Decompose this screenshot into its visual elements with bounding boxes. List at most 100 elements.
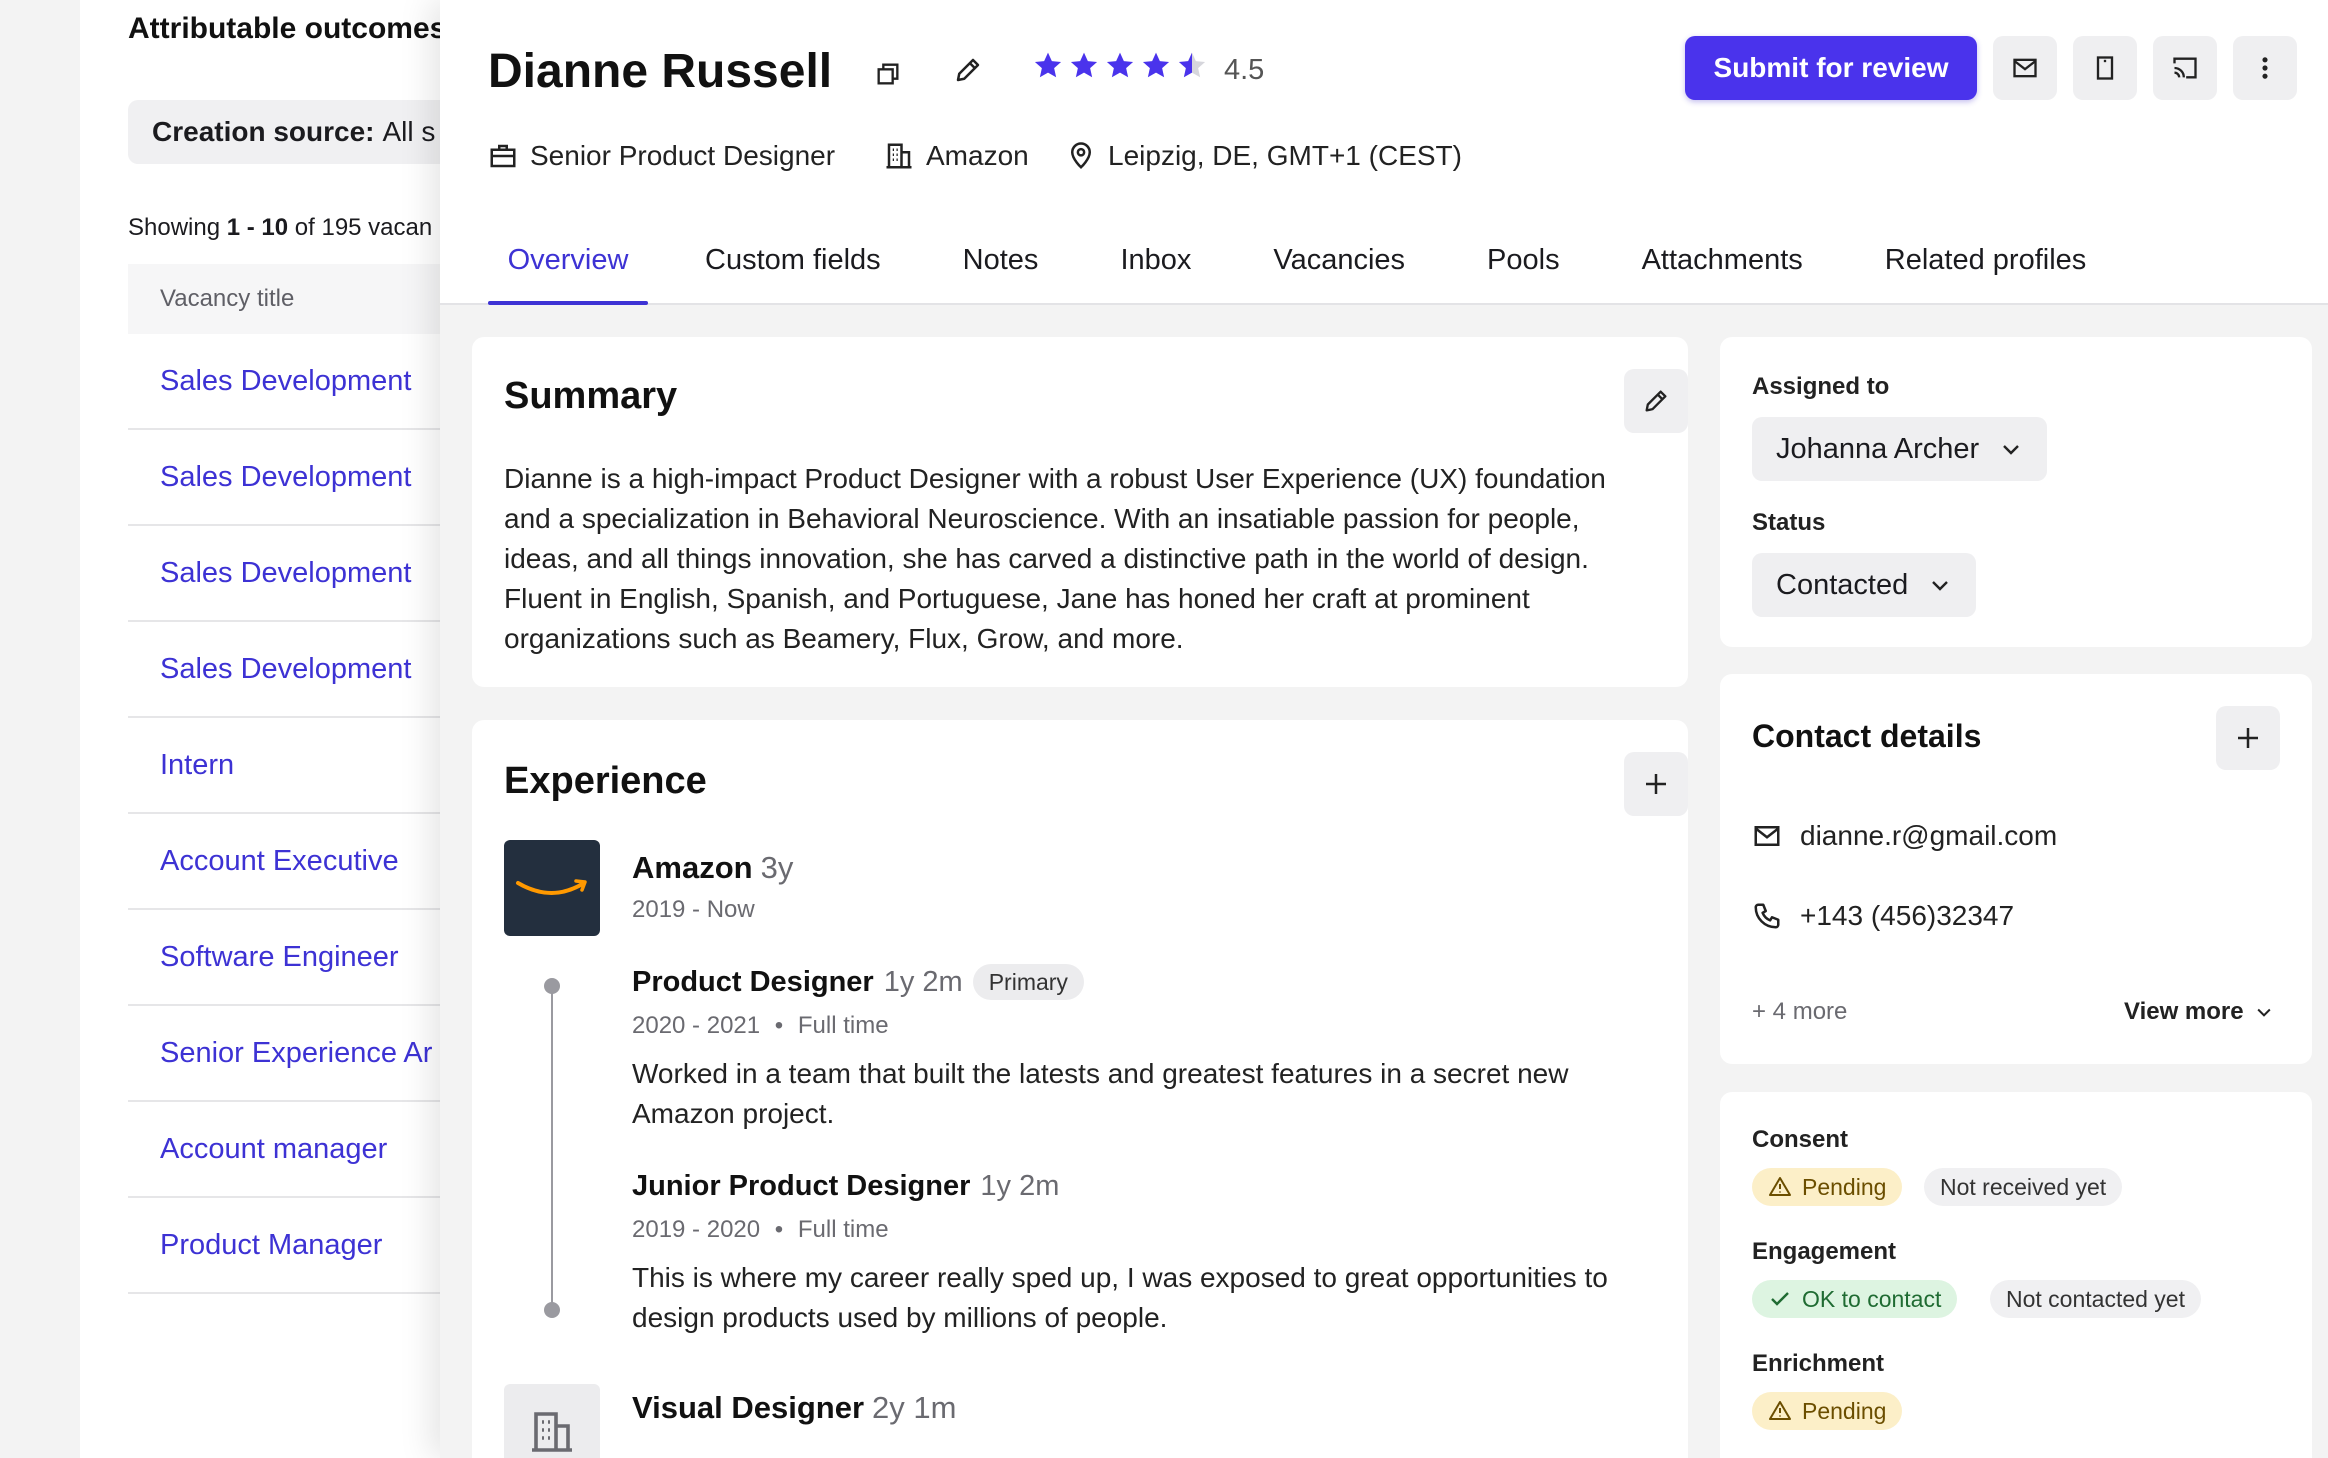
cast-icon [2173, 57, 2197, 79]
profile-header: Dianne Russell 4.5 Submit for review Sen… [440, 0, 2328, 305]
tab-attachments[interactable]: Attachments [1642, 232, 1803, 305]
role-duration: 1y 2m [883, 965, 963, 998]
assigned-to-value: Johanna Archer [1776, 432, 1980, 465]
rating-stars[interactable] [1032, 50, 1208, 82]
warning-icon [1769, 1177, 1791, 1196]
star-icon [1142, 52, 1170, 78]
mail-icon [1754, 826, 1780, 846]
cast-button[interactable] [2153, 36, 2217, 100]
view-more-button[interactable]: View more [2124, 998, 2274, 1026]
location: Leipzig, DE, GMT+1 (CEST) [1108, 140, 1462, 171]
submit-for-review-button[interactable]: Submit for review [1685, 36, 1977, 100]
warning-icon [1769, 1401, 1791, 1420]
timeline-line [551, 985, 553, 1309]
flags-card: Consent Pending Not received yet Engagem… [1720, 1092, 2312, 1458]
location-pin-icon [1070, 142, 1092, 169]
company-dates: 2019 - Now [632, 896, 755, 923]
tab-pools[interactable]: Pools [1487, 232, 1560, 305]
company-name: Visual Designer [632, 1390, 865, 1425]
profile-panel: Dianne Russell 4.5 Submit for review Sen… [440, 0, 2328, 1458]
building-icon [886, 143, 912, 169]
email-value: dianne.r@gmail.com [1800, 820, 2058, 851]
assigned-to-label: Assigned to [1752, 373, 1890, 400]
company-duration: 2y 1m [872, 1390, 957, 1425]
company-name: Amazon [632, 850, 753, 885]
mail-icon [2013, 58, 2037, 78]
role-title: Product Designer 1y 2m Primary [632, 964, 1084, 1000]
chevron-down-icon [1932, 581, 1949, 591]
edit-icon[interactable] [948, 50, 988, 90]
pencil-icon [1645, 390, 1667, 412]
email-button[interactable] [1993, 36, 2057, 100]
bookmark-button[interactable] [2073, 36, 2137, 100]
showing-range: 1 - 10 [226, 214, 289, 241]
amazon-smile-icon [516, 879, 587, 895]
enrichment-label: Enrichment [1752, 1350, 1885, 1377]
experience-company: Visual Designer 2y 1m [632, 1390, 956, 1426]
email-contact[interactable]: dianne.r@gmail.com [1752, 820, 2057, 852]
tab-custom-fields[interactable]: Custom fields [705, 232, 881, 305]
phone-contact[interactable]: +143 (456)32347 [1752, 900, 2014, 932]
company-name: Amazon [926, 140, 1029, 171]
tab-notes[interactable]: Notes [963, 232, 1039, 305]
consent-label: Consent [1752, 1126, 1848, 1153]
separator-dot: • [774, 1216, 784, 1243]
role-type: Full time [797, 1216, 889, 1243]
role-name: Junior Product Designer [632, 1170, 971, 1202]
timeline-dot [544, 978, 560, 994]
candidate-name: Dianne Russell [488, 45, 833, 98]
timeline-dot [544, 1302, 560, 1318]
tab-vacancies[interactable]: Vacancies [1273, 232, 1405, 305]
add-experience-button[interactable] [1624, 752, 1688, 816]
background-page: Attributable outcomes Creation source: A… [80, 0, 528, 1458]
company-placeholder-logo [504, 1384, 600, 1458]
showing-total: of 195 vacan [294, 214, 433, 241]
role-name: Product Designer [632, 965, 874, 998]
summary-title: Summary [504, 375, 678, 417]
enrichment-status: Pending [1802, 1397, 1887, 1424]
company-duration: 3y [760, 850, 794, 885]
role-meta: 2019 - 2020 • Full time [632, 1216, 889, 1244]
status-value: Contacted [1776, 568, 1909, 601]
contact-details-title: Contact details [1752, 718, 1982, 754]
rating-value: 4.5 [1224, 54, 1265, 86]
assignment-card: Assigned to Johanna Archer Status Contac… [1720, 337, 2312, 647]
primary-badge: Primary [972, 964, 1084, 1000]
engagement-label: Engagement [1752, 1238, 1897, 1265]
phone-value: +143 (456)32347 [1800, 900, 2015, 931]
profile-tabs: Overview Custom fields Notes Inbox Vacan… [488, 232, 2086, 305]
enrichment-status-badge: Pending [1752, 1392, 1903, 1430]
experience-title: Experience [504, 760, 707, 802]
role-description: Worked in a team that built the latests … [632, 1058, 1569, 1129]
chevron-down-icon [2257, 1008, 2271, 1017]
experience-company: Amazon 3y [632, 850, 793, 886]
filter-label: Creation source: [152, 116, 375, 147]
status-dropdown[interactable]: Contacted [1752, 553, 1977, 617]
star-icon [1034, 52, 1062, 78]
assigned-to-dropdown[interactable]: Johanna Archer [1752, 417, 2048, 481]
separator-dot: • [774, 1012, 784, 1039]
results-count: Showing 1 - 10 of 195 vacan [128, 214, 432, 242]
engagement-status-badge: OK to contact [1752, 1280, 1958, 1318]
chevron-down-icon [2003, 445, 2020, 455]
copy-icon[interactable] [868, 54, 908, 94]
more-vertical-icon [2262, 57, 2268, 79]
role-description: This is where my career really sped up, … [632, 1262, 1608, 1333]
consent-status: Pending [1802, 1173, 1887, 1200]
add-contact-button[interactable] [2216, 706, 2280, 770]
role-duration: 1y 2m [980, 1170, 1060, 1202]
contact-details-card: Contact details dianne.r@gmail.com +143 … [1720, 674, 2312, 1064]
status-label: Status [1752, 509, 1826, 536]
role-title: Junior Product Designer 1y 2m [632, 1170, 1059, 1203]
edit-summary-button[interactable] [1624, 369, 1688, 433]
filter-value: All s [382, 116, 436, 147]
more-options-button[interactable] [2233, 36, 2297, 100]
briefcase-icon [490, 144, 516, 168]
plus-icon [1646, 774, 1666, 794]
tab-related-profiles[interactable]: Related profiles [1885, 232, 2087, 305]
tab-overview[interactable]: Overview [488, 232, 648, 305]
experience-card: Experience Amazon 3y 2019 - Now Product D… [472, 720, 1688, 1458]
view-more-label: View more [2124, 998, 2244, 1025]
tab-inbox[interactable]: Inbox [1120, 232, 1191, 305]
star-icon [1106, 52, 1134, 78]
